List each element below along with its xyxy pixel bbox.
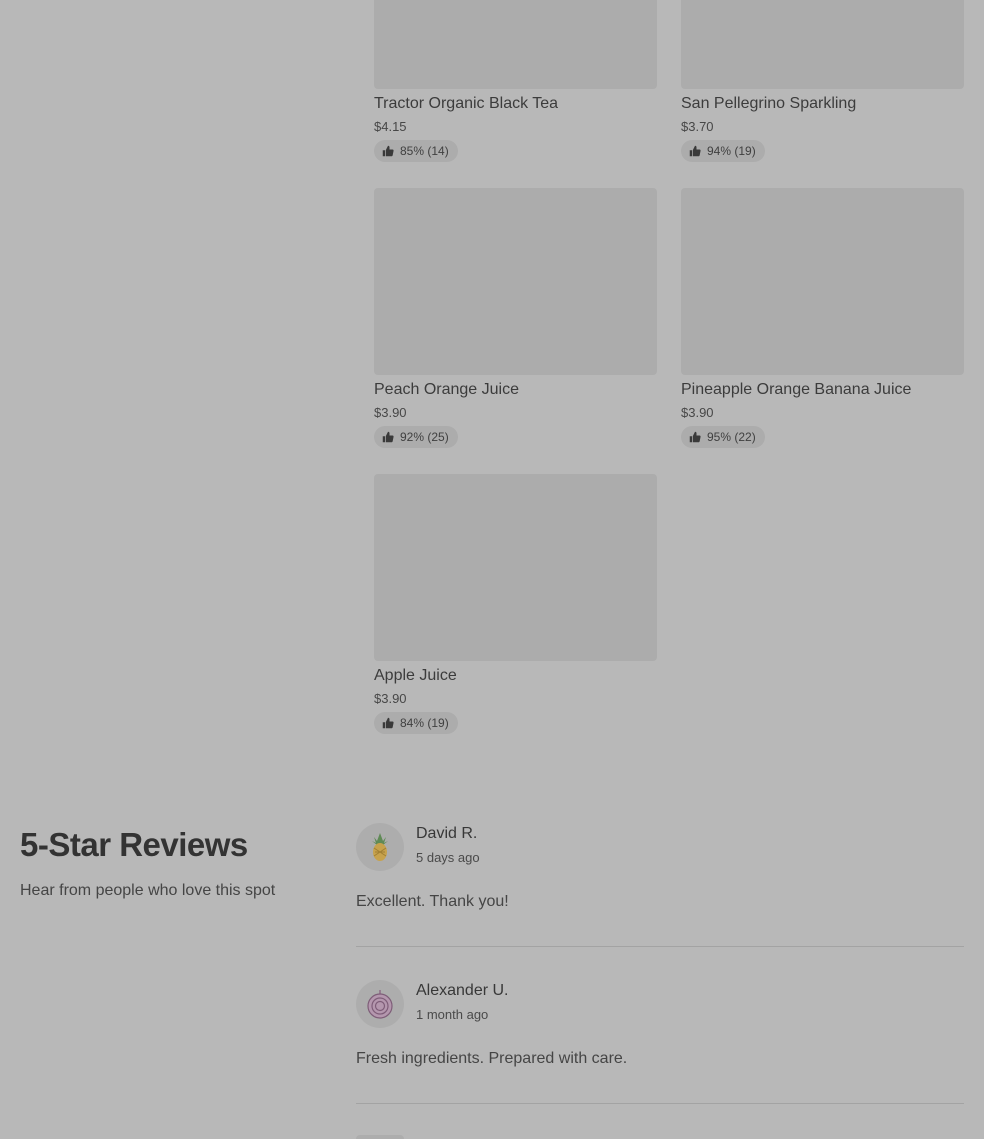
menu-item-card[interactable]: San Pellegrino Sparkling $3.70 94% (19) [681,0,964,162]
pineapple-icon [367,832,393,862]
rating-value: 85% (14) [400,144,449,158]
menu-item-price: $3.70 [681,119,714,134]
menu-item-name: Tractor Organic Black Tea [374,95,559,112]
thumbs-up-icon [689,431,701,443]
menu-item-card[interactable]: Pineapple Orange Banana Juice $3.90 95% … [681,188,964,448]
menu-item-card[interactable]: Peach Orange Juice $3.90 92% (25) [374,188,657,448]
divider [356,946,964,947]
rating-badge: 94% (19) [681,140,765,162]
onion-icon [365,988,395,1020]
thumbs-up-icon [689,145,701,157]
avatar [356,823,404,871]
review-date: 5 days ago [416,850,480,865]
menu-item-price: $3.90 [681,405,714,420]
menu-item-name: San Pellegrino Sparkling [681,95,857,112]
review-author[interactable]: David R. [416,824,477,844]
avatar [356,980,404,1028]
rating-value: 95% (22) [707,430,756,444]
menu-item-image[interactable] [681,188,964,375]
thumbs-up-icon [382,145,394,157]
menu-item-image[interactable] [374,474,657,661]
review-text: Excellent. Thank you! [356,893,509,910]
review-text: Fresh ingredients. Prepared with care. [356,1050,628,1067]
menu-item-image[interactable] [681,0,964,89]
rating-value: 94% (19) [707,144,756,158]
section-title: 5-Star Reviews [20,826,248,863]
menu-item-price: $4.15 [374,119,407,134]
avatar [356,1135,404,1139]
menu-item-price: $3.90 [374,691,407,706]
menu-item-name: Apple Juice [374,667,457,684]
rating-value: 92% (25) [400,430,449,444]
rating-value: 84% (19) [400,716,449,730]
menu-item-image[interactable] [374,0,657,89]
section-subtitle: Hear from people who love this spot [20,882,276,899]
review-author[interactable]: Alexander U. [416,981,509,1001]
thumbs-up-icon [382,717,394,729]
rating-badge: 92% (25) [374,426,458,448]
menu-item-name: Pineapple Orange Banana Juice [681,381,912,398]
menu-item-image[interactable] [374,188,657,375]
review-date: 1 month ago [416,1007,489,1022]
rating-badge: 95% (22) [681,426,765,448]
menu-item-price: $3.90 [374,405,407,420]
menu-item-card[interactable]: Apple Juice $3.90 84% (19) [374,474,657,734]
thumbs-up-icon [382,431,394,443]
divider [356,1103,964,1104]
menu-item-name: Peach Orange Juice [374,381,519,398]
menu-item-card[interactable]: Tractor Organic Black Tea $4.15 85% (14) [374,0,657,162]
rating-badge: 85% (14) [374,140,458,162]
rating-badge: 84% (19) [374,712,458,734]
